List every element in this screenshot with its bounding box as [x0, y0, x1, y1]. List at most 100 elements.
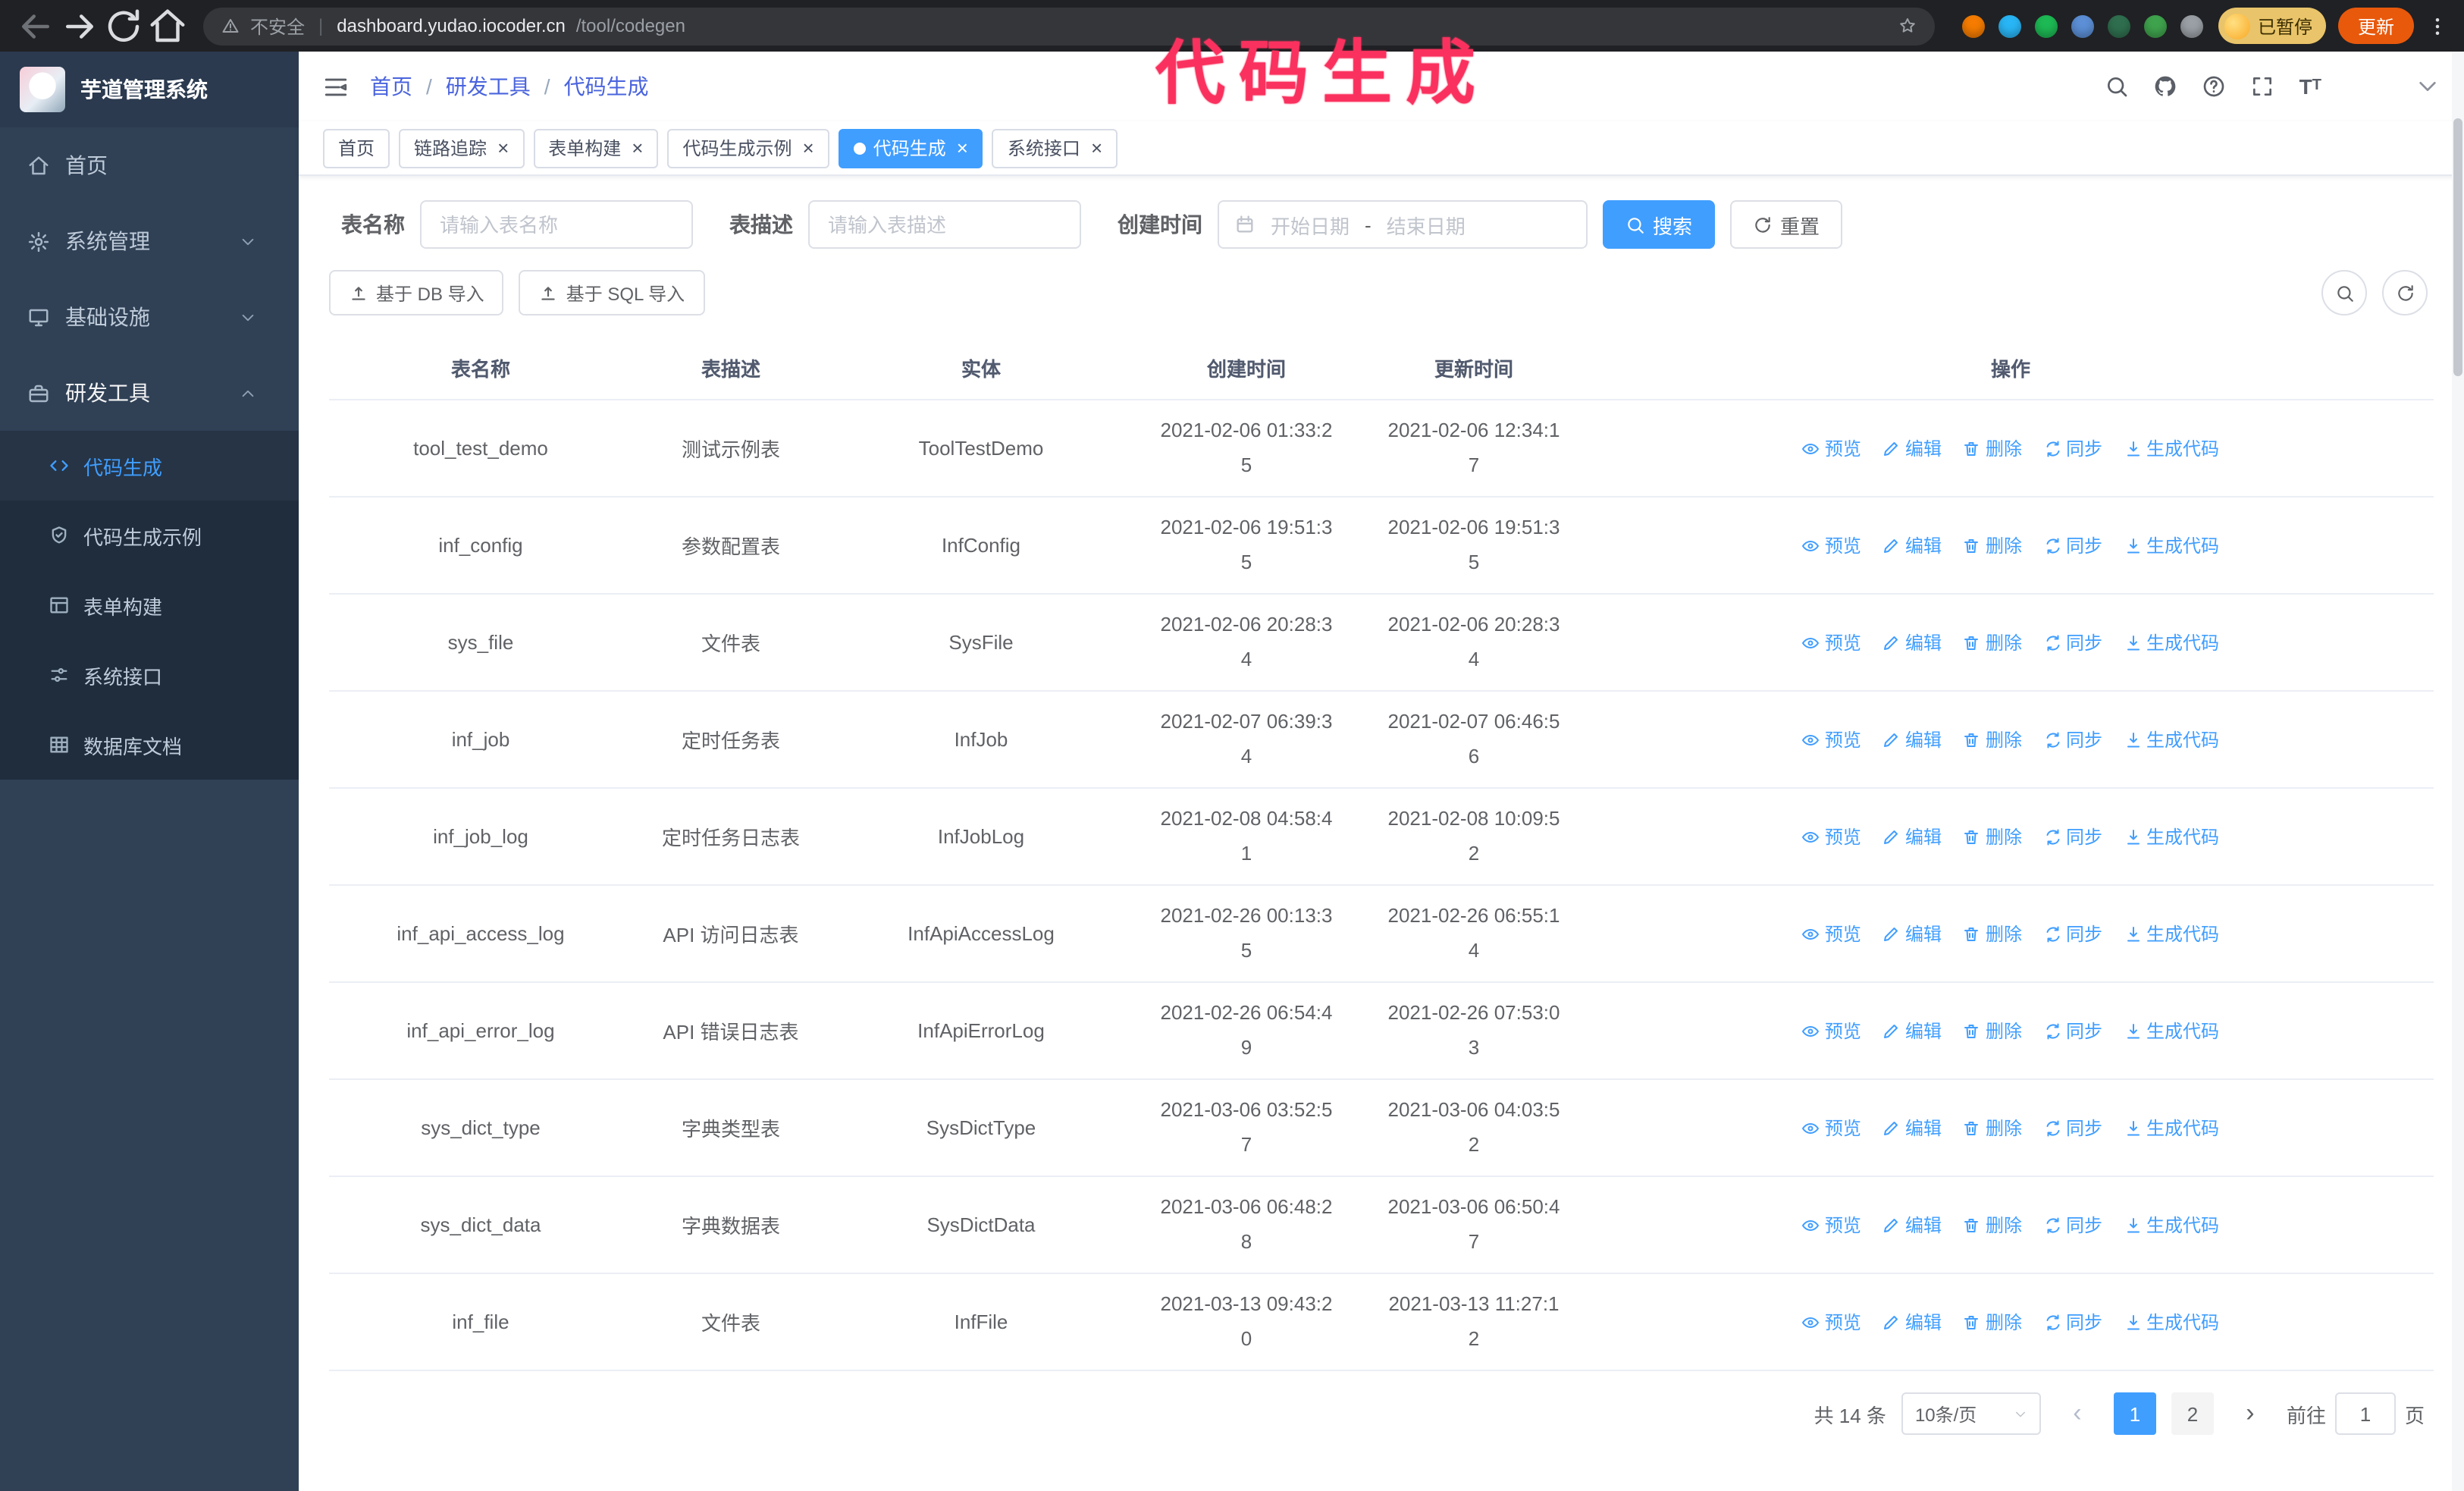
action-preview-link[interactable]: 预览	[1802, 824, 1861, 849]
drop-extension-icon[interactable]	[1998, 14, 2021, 37]
bank-extension-icon[interactable]	[2107, 14, 2130, 37]
action-delete-link[interactable]: 删除	[1963, 1212, 2022, 1238]
tab-close-icon[interactable]: ×	[497, 138, 509, 158]
action-generate-link[interactable]: 生成代码	[2124, 921, 2219, 946]
users-extension-icon[interactable]	[2071, 14, 2094, 37]
tab-close-icon[interactable]: ×	[957, 138, 968, 158]
search-icon[interactable]	[2105, 74, 2130, 99]
tab-close-icon[interactable]: ×	[803, 138, 814, 158]
home-chrome-icon[interactable]	[147, 5, 188, 46]
action-generate-link[interactable]: 生成代码	[2124, 629, 2219, 655]
action-edit-link[interactable]: 编辑	[1882, 727, 1942, 752]
action-delete-link[interactable]: 删除	[1963, 1018, 2022, 1044]
goto-page-input[interactable]	[2334, 1392, 2396, 1435]
action-preview-link[interactable]: 预览	[1802, 532, 1861, 558]
import-sql-button[interactable]: 基于 SQL 导入	[519, 270, 705, 315]
action-edit-link[interactable]: 编辑	[1882, 629, 1942, 655]
next-page-button[interactable]: ›	[2229, 1392, 2271, 1435]
tab-close-icon[interactable]: ×	[632, 138, 643, 158]
sidebar-item-2[interactable]: 基础设施	[0, 279, 299, 355]
action-preview-link[interactable]: 预览	[1802, 435, 1861, 461]
bookmark-star-icon[interactable]	[1898, 17, 1917, 35]
refresh-table-button[interactable]	[2382, 270, 2428, 315]
action-edit-link[interactable]: 编辑	[1882, 921, 1942, 946]
action-sync-link[interactable]: 同步	[2043, 532, 2102, 558]
user-avatar[interactable]	[2346, 64, 2391, 109]
tab-5[interactable]: 系统接口 ×	[992, 128, 1118, 168]
sidebar-logo[interactable]: 芋道管理系统	[0, 52, 299, 127]
action-preview-link[interactable]: 预览	[1802, 1018, 1861, 1044]
tab-0[interactable]: 首页	[323, 128, 390, 168]
submenu-item-3[interactable]: 系统接口	[0, 640, 299, 710]
date-range-picker[interactable]: 开始日期 - 结束日期	[1218, 200, 1588, 249]
action-generate-link[interactable]: 生成代码	[2124, 824, 2219, 849]
sidebar-item-3[interactable]: 研发工具	[0, 355, 299, 431]
sidebar-collapse-icon[interactable]	[323, 74, 349, 99]
breadcrumb-tools[interactable]: 研发工具	[446, 71, 531, 102]
tab-close-icon[interactable]: ×	[1091, 138, 1102, 158]
action-delete-link[interactable]: 删除	[1963, 629, 2022, 655]
submenu-item-1[interactable]: 代码生成示例	[0, 501, 299, 570]
back-icon[interactable]	[15, 5, 56, 46]
tab-3[interactable]: 代码生成示例 ×	[667, 128, 829, 168]
import-db-button[interactable]: 基于 DB 导入	[329, 270, 504, 315]
action-sync-link[interactable]: 同步	[2043, 1309, 2102, 1335]
page-size-select[interactable]: 10条/页	[1901, 1392, 2041, 1435]
page-button-1[interactable]: 1	[2113, 1392, 2156, 1435]
forward-icon[interactable]	[59, 5, 100, 46]
chrome-menu-icon[interactable]	[2426, 14, 2449, 37]
action-delete-link[interactable]: 删除	[1963, 921, 2022, 946]
action-delete-link[interactable]: 删除	[1963, 727, 2022, 752]
action-delete-link[interactable]: 删除	[1963, 824, 2022, 849]
action-generate-link[interactable]: 生成代码	[2124, 1018, 2219, 1044]
submenu-item-4[interactable]: 数据库文档	[0, 710, 299, 780]
leaf-extension-icon[interactable]	[2143, 14, 2167, 37]
action-edit-link[interactable]: 编辑	[1882, 824, 1942, 849]
action-sync-link[interactable]: 同步	[2043, 1115, 2102, 1141]
check-extension-icon[interactable]	[2034, 14, 2058, 37]
scrollbar-thumb[interactable]	[2453, 118, 2462, 376]
action-delete-link[interactable]: 删除	[1963, 532, 2022, 558]
action-generate-link[interactable]: 生成代码	[2124, 727, 2219, 752]
sidebar-item-0[interactable]: 首页	[0, 127, 299, 203]
submenu-item-0[interactable]: 代码生成	[0, 431, 299, 501]
help-icon[interactable]	[2202, 74, 2227, 99]
toggle-search-button[interactable]	[2321, 270, 2367, 315]
sidebar-item-1[interactable]: 系统管理	[0, 203, 299, 279]
action-preview-link[interactable]: 预览	[1802, 1212, 1861, 1238]
action-sync-link[interactable]: 同步	[2043, 435, 2102, 461]
action-edit-link[interactable]: 编辑	[1882, 1309, 1942, 1335]
action-delete-link[interactable]: 删除	[1963, 1115, 2022, 1141]
action-sync-link[interactable]: 同步	[2043, 1018, 2102, 1044]
action-sync-link[interactable]: 同步	[2043, 824, 2102, 849]
action-sync-link[interactable]: 同步	[2043, 629, 2102, 655]
action-edit-link[interactable]: 编辑	[1882, 435, 1942, 461]
prev-page-button[interactable]: ‹	[2056, 1392, 2099, 1435]
table-name-input[interactable]	[420, 200, 693, 249]
fullscreen-icon[interactable]	[2251, 74, 2275, 99]
reset-button[interactable]: 重置	[1730, 200, 1843, 249]
reload-icon[interactable]	[103, 5, 144, 46]
action-generate-link[interactable]: 生成代码	[2124, 1115, 2219, 1141]
action-generate-link[interactable]: 生成代码	[2124, 1212, 2219, 1238]
action-sync-link[interactable]: 同步	[2043, 921, 2102, 946]
tab-2[interactable]: 表单构建 ×	[533, 128, 659, 168]
action-preview-link[interactable]: 预览	[1802, 921, 1861, 946]
table-desc-input[interactable]	[808, 200, 1081, 249]
action-edit-link[interactable]: 编辑	[1882, 1212, 1942, 1238]
breadcrumb-home[interactable]: 首页	[370, 71, 412, 102]
action-generate-link[interactable]: 生成代码	[2124, 1309, 2219, 1335]
action-preview-link[interactable]: 预览	[1802, 727, 1861, 752]
action-preview-link[interactable]: 预览	[1802, 629, 1861, 655]
tab-1[interactable]: 链路追踪 ×	[399, 128, 525, 168]
font-size-icon[interactable]: TT	[2299, 76, 2321, 97]
action-delete-link[interactable]: 删除	[1963, 435, 2022, 461]
action-sync-link[interactable]: 同步	[2043, 1212, 2102, 1238]
action-generate-link[interactable]: 生成代码	[2124, 435, 2219, 461]
action-generate-link[interactable]: 生成代码	[2124, 532, 2219, 558]
action-preview-link[interactable]: 预览	[1802, 1309, 1861, 1335]
breadcrumb-codegen[interactable]: 代码生成	[564, 71, 649, 102]
avatar-caret-icon[interactable]	[2415, 74, 2440, 99]
action-edit-link[interactable]: 编辑	[1882, 1018, 1942, 1044]
tab-4[interactable]: 代码生成 ×	[838, 128, 983, 168]
